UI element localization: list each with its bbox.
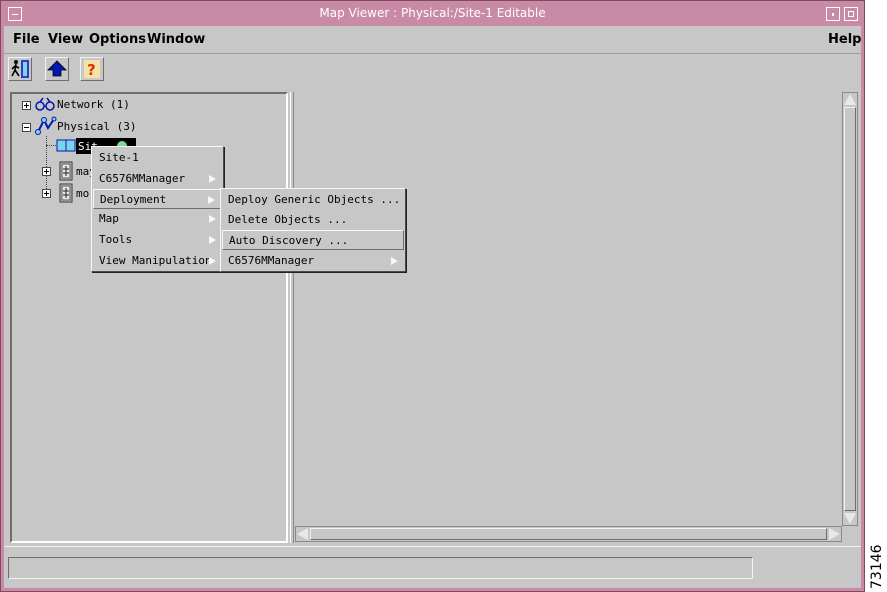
deployment-submenu: Deploy Generic Objects ... Delete Object… xyxy=(220,188,406,272)
panel-splitter[interactable] xyxy=(290,92,294,543)
submenu-arrow-icon xyxy=(391,257,398,265)
scroll-down-arrow-icon[interactable] xyxy=(844,513,856,524)
vertical-scrollbar[interactable] xyxy=(842,92,858,526)
expand-network-toggle[interactable] xyxy=(22,101,31,110)
maximize-button[interactable] xyxy=(844,7,858,21)
menu-item-c6576mmanager-sub[interactable]: C6576MManager xyxy=(222,251,404,271)
figure-code-text: 73146 xyxy=(869,544,885,589)
menu-item-view-manipulation[interactable]: View Manipulation xyxy=(93,251,222,271)
menu-file[interactable]: File xyxy=(13,32,40,47)
menu-item-delete-objects[interactable]: Delete Objects ... xyxy=(222,210,404,230)
menu-item-site1[interactable]: Site-1 xyxy=(93,148,222,168)
menu-item-label: Tools xyxy=(99,233,133,246)
menu-item-tools[interactable]: Tools xyxy=(93,230,222,250)
submenu-arrow-icon xyxy=(209,175,216,183)
submenu-arrow-icon xyxy=(209,215,216,223)
menubar-separator xyxy=(4,53,861,54)
horizontal-scroll-thumb[interactable] xyxy=(310,528,827,540)
exit-icon xyxy=(11,60,29,78)
up-arrow-icon xyxy=(47,60,67,77)
up-button[interactable] xyxy=(45,57,69,81)
device-icon xyxy=(59,161,73,181)
menu-view[interactable]: View xyxy=(48,32,83,47)
menu-options[interactable]: Options xyxy=(89,32,146,47)
menu-item-label: Delete Objects ... xyxy=(228,213,348,226)
site-icon xyxy=(56,139,76,152)
menu-item-label: Map xyxy=(99,212,119,225)
tree-connector xyxy=(46,145,56,146)
network-icon xyxy=(35,97,55,111)
svg-text:?: ? xyxy=(87,61,96,79)
scroll-right-arrow-icon[interactable] xyxy=(829,528,840,540)
submenu-arrow-icon xyxy=(209,257,216,265)
title-bar[interactable]: Map Viewer : Physical:/Site-1 Editable xyxy=(3,3,862,25)
menu-item-map[interactable]: Map xyxy=(93,209,222,229)
submenu-arrow-icon xyxy=(209,236,216,244)
menu-help[interactable]: Help xyxy=(828,32,861,47)
vertical-scroll-thumb[interactable] xyxy=(844,107,856,511)
window-title: Map Viewer : Physical:/Site-1 Editable xyxy=(319,6,546,20)
menu-item-auto-discovery[interactable]: Auto Discovery ... xyxy=(222,230,404,250)
minimize-button[interactable] xyxy=(826,7,840,21)
expand-mor-toggle[interactable] xyxy=(42,189,51,198)
device-icon xyxy=(59,183,73,203)
menu-item-label: C6576MManager xyxy=(99,172,186,185)
status-bar xyxy=(8,557,753,579)
status-separator xyxy=(4,546,861,547)
collapse-physical-toggle[interactable] xyxy=(22,123,31,132)
scroll-left-arrow-icon[interactable] xyxy=(297,528,308,540)
context-menu: Site-1 C6576MManager Deployment Map Tool… xyxy=(91,146,224,272)
horizontal-scrollbar[interactable] xyxy=(295,526,842,542)
physical-icon xyxy=(35,116,57,135)
figure-code: 73146 xyxy=(867,544,887,589)
menu-item-label: C6576MManager xyxy=(228,254,315,267)
menu-item-label: View Manipulation xyxy=(99,254,212,267)
menu-item-c6576mmanager[interactable]: C6576MManager xyxy=(93,169,222,189)
menu-item-label: Site-1 xyxy=(99,151,139,164)
expand-may-toggle[interactable] xyxy=(42,167,51,176)
help-button[interactable]: ? xyxy=(80,57,104,81)
tree-item-network[interactable]: Network (1) xyxy=(57,98,130,111)
tree-item-physical[interactable]: Physical (3) xyxy=(57,120,136,133)
help-icon: ? xyxy=(84,60,100,79)
exit-button[interactable] xyxy=(8,57,32,81)
menu-item-label: Deploy Generic Objects ... xyxy=(228,193,401,206)
scroll-up-arrow-icon[interactable] xyxy=(844,94,856,105)
menu-item-label: Auto Discovery ... xyxy=(229,234,349,247)
submenu-arrow-icon xyxy=(208,196,215,204)
menu-item-deployment[interactable]: Deployment xyxy=(93,189,222,209)
menu-item-deploy-generic-objects[interactable]: Deploy Generic Objects ... xyxy=(222,190,404,210)
menu-item-label: Deployment xyxy=(100,193,167,206)
menu-window[interactable]: Window xyxy=(147,32,205,47)
window-client: File View Options Window Help ? Network … xyxy=(4,26,861,588)
